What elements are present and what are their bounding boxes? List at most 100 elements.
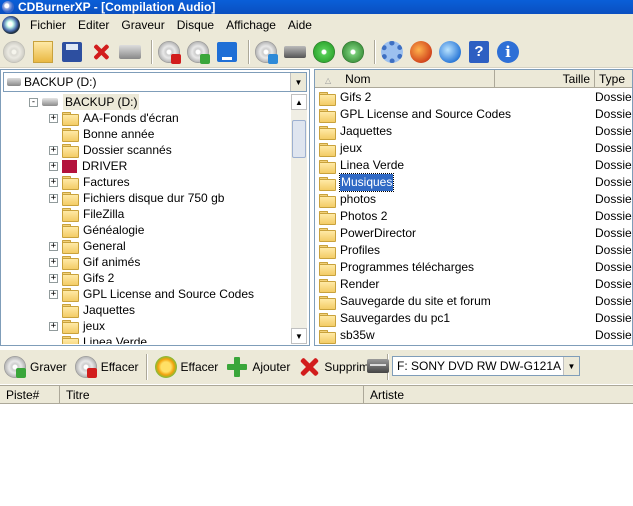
list-item[interactable]: PowerDirector Dossier (319, 225, 632, 242)
new-compilation-icon[interactable] (2, 40, 26, 64)
expand-icon[interactable]: + (49, 273, 58, 283)
list-item[interactable]: GPL License and Source Codes Dossier (319, 106, 632, 123)
list-item[interactable]: Profiles Dossier (319, 242, 632, 259)
expand-icon[interactable]: + (49, 241, 58, 251)
disc-star-icon[interactable] (341, 40, 365, 64)
help-icon[interactable]: ? (467, 40, 491, 64)
tree-item[interactable]: FileZilla (49, 206, 124, 222)
tree-item[interactable]: Jaquettes (49, 302, 135, 318)
list-item[interactable]: jeux Dossier (319, 140, 632, 157)
scroll-up-icon[interactable]: ▲ (291, 94, 307, 110)
print-icon[interactable] (118, 40, 142, 64)
list-item[interactable]: Render Dossier (319, 276, 632, 293)
save-icon[interactable] (60, 40, 84, 64)
menu-affichage[interactable]: Affichage (220, 14, 282, 36)
list-item-type: Dossier (595, 328, 633, 342)
menu-aide[interactable]: Aide (282, 14, 318, 36)
list-item-name-cell: Musiques (319, 173, 595, 192)
disc-green-icon[interactable] (312, 40, 336, 64)
menu-editer[interactable]: Editer (72, 14, 115, 36)
list-item[interactable]: Photos 2 Dossier (319, 208, 632, 225)
tree-item[interactable]: + Gif animés (49, 254, 140, 270)
tree-item[interactable]: + GPL License and Source Codes (49, 286, 254, 302)
add-button[interactable]: Ajouter (222, 353, 294, 381)
drive-info-icon[interactable] (283, 40, 307, 64)
expand-icon[interactable]: + (49, 113, 58, 123)
expand-icon[interactable]: + (49, 193, 58, 203)
tree-item[interactable]: Bonne année (49, 126, 154, 142)
tree-item[interactable]: + Gifs 2 (49, 270, 114, 286)
tree-item[interactable]: + DRIVER (49, 158, 127, 174)
list-item[interactable]: Linea Verde Dossier (319, 157, 632, 174)
expand-icon[interactable]: + (49, 289, 58, 299)
list-item[interactable]: sb35w Dossier (319, 327, 633, 344)
burn-disc-icon[interactable] (186, 40, 210, 64)
web-globe-icon[interactable] (409, 40, 433, 64)
column-track-number[interactable]: Piste# (0, 386, 60, 403)
erase-disc-button[interactable]: Effacer (71, 353, 143, 381)
tree-item[interactable]: Linea Verde (49, 334, 147, 344)
folder-icon (319, 329, 336, 344)
burn-button[interactable]: Graver (0, 353, 71, 381)
list-item[interactable]: photos Dossier (319, 191, 632, 208)
list-item-name: Sauvegardes du pc1 (340, 311, 451, 325)
list-item[interactable]: Gifs 2 Dossier (319, 89, 633, 106)
list-item-name-cell: Gifs 2 (319, 89, 595, 106)
expand-icon[interactable]: + (49, 177, 58, 187)
list-item[interactable]: Programmes télécharges Dossier (319, 259, 632, 276)
folder-icon (62, 336, 79, 344)
scroll-down-icon[interactable]: ▼ (291, 328, 307, 344)
chevron-down-icon[interactable]: ▼ (290, 73, 306, 91)
tree-item[interactable]: - BACKUP (D:) (29, 94, 140, 110)
clear-compilation-button[interactable]: Effacer (151, 353, 223, 381)
list-item[interactable]: Sauvegarde du site et forum Dossier (319, 293, 632, 310)
list-item[interactable]: Musiques Dossier (319, 173, 633, 192)
scrollbar-thumb[interactable] (292, 120, 306, 158)
tree-item[interactable]: + jeux (49, 318, 105, 334)
document-icon[interactable] (2, 16, 20, 34)
tree-item[interactable]: + General (49, 238, 126, 254)
tree-item[interactable]: Généalogie (49, 222, 144, 238)
chevron-down-icon[interactable]: ▼ (563, 357, 579, 375)
menu-fichier[interactable]: Fichier (24, 14, 72, 36)
list-item-name-cell: Sauvegardes du pc1 (319, 310, 595, 327)
disc-info-icon[interactable] (254, 40, 278, 64)
list-item[interactable]: Sauvegardes du pc1 Dossier (319, 310, 632, 327)
folder-icon (319, 125, 336, 140)
info-icon[interactable]: i (496, 40, 520, 64)
collapse-icon[interactable]: - (29, 97, 38, 107)
settings-gear-icon[interactable] (380, 40, 404, 64)
expand-icon[interactable]: + (49, 161, 58, 171)
delete-icon[interactable] (89, 40, 113, 64)
list-item-name-cell: photos (319, 191, 595, 208)
column-name[interactable]: △ Nom (315, 70, 495, 88)
expand-icon[interactable]: + (49, 145, 58, 155)
tree-item-label: Gif animés (83, 255, 141, 269)
expand-icon[interactable]: + (49, 257, 58, 267)
folder-icon (319, 210, 336, 225)
save-blue-icon[interactable] (215, 40, 239, 64)
tree-scrollbar[interactable]: ▲ ▼ (291, 94, 307, 344)
list-item-name: Linea Verde (340, 158, 405, 172)
tree-item[interactable]: + Fichiers disque dur 750 gb (49, 190, 224, 206)
recorder-select[interactable]: F: SONY DVD RW DW-G121A ▼ (392, 356, 580, 376)
list-item[interactable]: Jaquettes Dossier (319, 123, 632, 140)
open-folder-icon[interactable] (31, 40, 55, 64)
tree-item[interactable]: + AA-Fonds d'écran (49, 110, 179, 126)
menu-disque[interactable]: Disque (171, 14, 220, 36)
track-list-header: Piste# Titre Artiste (0, 386, 633, 404)
tree-item[interactable]: + Dossier scannés (49, 142, 172, 158)
expand-icon[interactable]: + (49, 321, 58, 331)
list-item-type: Dossier (595, 175, 633, 189)
driver-icon (62, 159, 77, 173)
menu-graveur[interactable]: Graveur (115, 14, 170, 36)
column-size[interactable]: Taille (495, 70, 595, 88)
column-artist[interactable]: Artiste (364, 386, 633, 403)
column-title[interactable]: Titre (60, 386, 364, 403)
list-item-type: Dossier (595, 90, 633, 104)
tree-item[interactable]: + Factures (49, 174, 130, 190)
column-type[interactable]: Type (595, 70, 632, 88)
drive-selector[interactable]: BACKUP (D:) ▼ (3, 72, 307, 92)
erase-disc-icon[interactable] (157, 40, 181, 64)
cursor-globe-icon[interactable] (438, 40, 462, 64)
